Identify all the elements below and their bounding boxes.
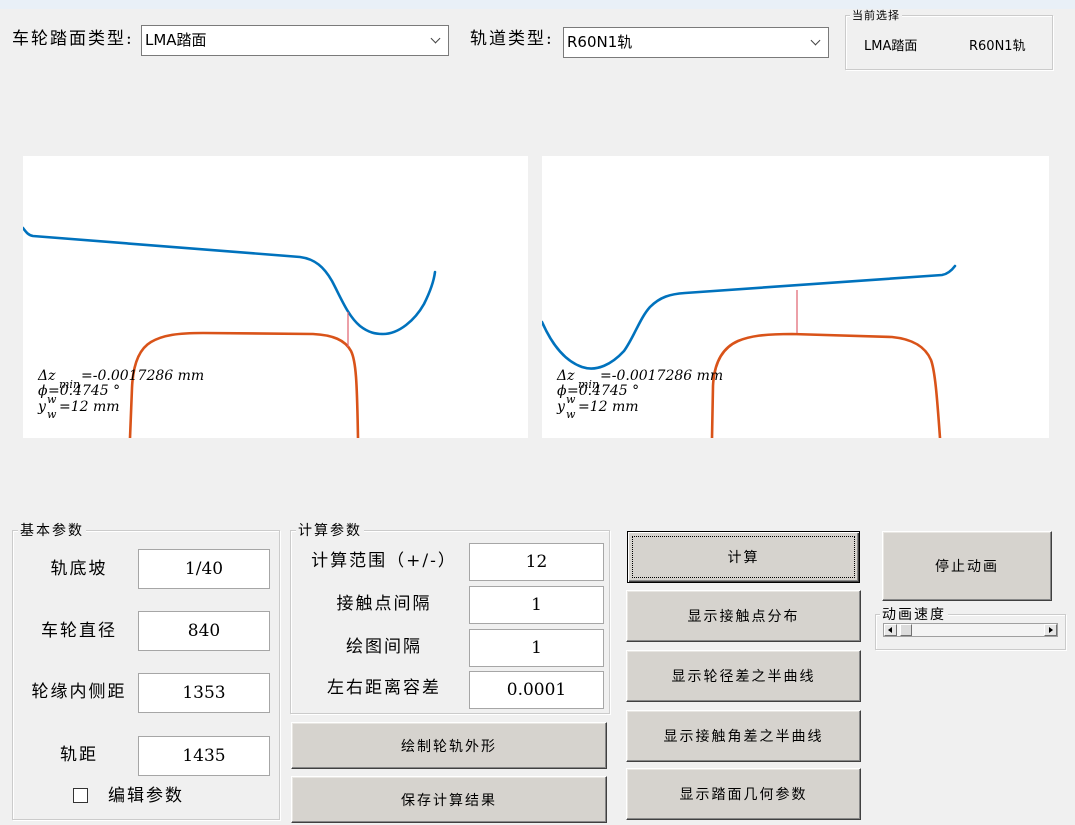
right-wheel-rail-plot: Δz min =-0.0017286 mm ϕ =0.4745 ° y w w … [542, 156, 1049, 438]
right-wheel-profile-curve [542, 264, 957, 370]
track-gauge-input[interactable] [138, 736, 270, 776]
contact-point-interval-label: 接触点间隔 [336, 594, 432, 614]
show-contact-angle-diff-button-label: 显示接触角差之半曲线 [663, 729, 824, 745]
current-rail-value: R60N1轨 [969, 39, 1026, 54]
show-rolling-radius-diff-button[interactable]: 显示轮径差之半曲线 [626, 650, 861, 702]
right-phi-value: =0.4745 ° [567, 383, 639, 399]
lr-distance-tolerance-input[interactable] [469, 671, 604, 709]
chevron-down-icon[interactable] [430, 33, 441, 44]
show-tread-geometry-button-label: 显示踏面几何参数 [679, 787, 808, 803]
wheel-diameter-input[interactable] [138, 611, 270, 651]
basic-params-title: 基本参数 [18, 522, 86, 540]
chevron-down-icon[interactable] [810, 35, 821, 46]
focus-rectangle [632, 536, 855, 578]
animation-speed-slider[interactable] [883, 623, 1058, 637]
left-plot-canvas: Δz min =-0.0017286 mm ϕ =0.4745 ° y w w … [23, 226, 437, 438]
slider-left-button[interactable] [884, 624, 897, 636]
wheel-tread-type-combobox[interactable]: LMA踏面 [141, 25, 449, 56]
right-plot-canvas: Δz min =-0.0017286 mm ϕ =0.4745 ° y w w … [542, 264, 957, 438]
left-rail-profile-curve [128, 331, 360, 438]
show-contact-angle-diff-button[interactable]: 显示接触角差之半曲线 [626, 710, 861, 762]
rail-type-combobox[interactable]: R60N1轨 [563, 27, 829, 58]
right-y-superscript: w [566, 393, 576, 406]
calculate-button[interactable]: 计算 [627, 531, 860, 583]
show-contact-points-button[interactable]: 显示接触点分布 [626, 590, 861, 642]
show-rolling-radius-diff-button-label: 显示轮径差之半曲线 [671, 669, 816, 685]
left-phi-value: =0.4745 ° [48, 383, 120, 399]
left-wheel-rail-plot: Δz min =-0.0017286 mm ϕ =0.4745 ° y w w … [23, 156, 528, 438]
slider-right-button[interactable] [1044, 624, 1057, 636]
rail-cant-label: 轨底坡 [50, 559, 108, 579]
contact-point-interval-input[interactable] [469, 586, 604, 624]
right-dz-value: =-0.0017286 mm [600, 368, 723, 384]
left-y-superscript: w [47, 393, 57, 406]
back-to-back-distance-label: 轮缘内侧距 [31, 682, 127, 702]
rail-cant-input[interactable] [138, 549, 270, 589]
wheel-tread-type-value: LMA踏面 [145, 31, 207, 49]
calc-range-input[interactable] [469, 543, 604, 581]
draw-profiles-button[interactable]: 绘制轮轨外形 [291, 722, 607, 769]
plot-interval-label: 绘图间隔 [346, 637, 422, 657]
current-selection-title: 当前选择 [850, 9, 902, 22]
animation-speed-title: 动画速度 [880, 606, 948, 624]
current-wheel-value: LMA踏面 [864, 39, 918, 54]
show-tread-geometry-button[interactable]: 显示踏面几何参数 [626, 768, 861, 820]
stop-animation-button[interactable]: 停止动画 [882, 531, 1052, 601]
right-rail-profile-curve [710, 332, 942, 438]
left-dz-symbol: Δz [37, 368, 56, 384]
calc-params-title: 计算参数 [296, 522, 364, 540]
speed-slider-track[interactable] [897, 624, 1044, 636]
save-results-button[interactable]: 保存计算结果 [291, 776, 607, 823]
show-contact-points-button-label: 显示接触点分布 [687, 609, 800, 625]
left-y-value: =12 mm [59, 399, 120, 415]
plot-interval-input[interactable] [469, 629, 604, 667]
edit-params-checkbox[interactable] [73, 788, 88, 803]
left-dz-value: =-0.0017286 mm [81, 368, 204, 384]
right-y-symbol: y [556, 399, 566, 415]
calc-range-label: 计算范围（+/-） [311, 551, 457, 571]
window-top-edge [0, 0, 1075, 9]
left-wheel-profile-curve [23, 226, 437, 336]
draw-profiles-button-label: 绘制轮轨外形 [401, 738, 497, 755]
rail-type-label: 轨道类型: [470, 29, 554, 49]
chevron-right-icon [1049, 627, 1053, 633]
left-y-symbol: y [37, 399, 47, 415]
edit-params-label[interactable]: 编辑参数 [108, 786, 184, 806]
wheel-tread-type-label: 车轮踏面类型: [12, 29, 134, 49]
speed-slider-thumb[interactable] [900, 624, 912, 636]
chevron-left-icon [888, 627, 892, 633]
save-results-button-label: 保存计算结果 [401, 792, 497, 809]
stop-animation-button-label: 停止动画 [935, 559, 999, 575]
lr-distance-tolerance-label: 左右距离容差 [327, 678, 441, 698]
right-y-value: =12 mm [578, 399, 639, 415]
left-y-subscript: w [47, 408, 57, 421]
right-y-subscript: w [566, 408, 576, 421]
back-to-back-distance-input[interactable] [138, 673, 270, 713]
right-dz-symbol: Δz [556, 368, 575, 384]
rail-type-value: R60N1轨 [567, 33, 633, 51]
wheel-diameter-label: 车轮直径 [41, 621, 117, 641]
track-gauge-label: 轨距 [60, 745, 98, 765]
